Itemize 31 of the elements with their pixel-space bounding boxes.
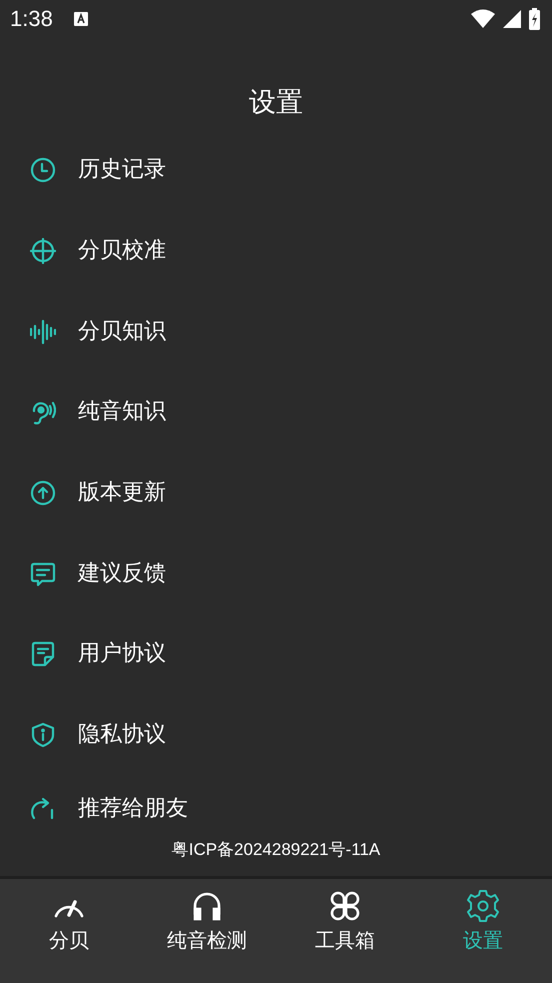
ear-icon — [30, 399, 56, 426]
target-icon — [30, 238, 56, 264]
shield-icon — [30, 722, 56, 748]
menu-item[interactable]: 建议反馈 — [0, 533, 552, 614]
nav-tab[interactable]: 工具箱 — [276, 879, 414, 983]
clock-icon — [30, 157, 56, 184]
nav-tab[interactable]: 设置 — [414, 879, 552, 983]
menu-item[interactable]: 隐私协议 — [0, 694, 552, 776]
page-title: 设置 — [249, 86, 303, 120]
wave-icon — [30, 318, 56, 345]
share-icon — [30, 796, 56, 822]
upload-icon — [30, 480, 56, 506]
four-petal-icon — [328, 889, 362, 923]
menu-item[interactable]: 分贝知识 — [0, 291, 552, 372]
nav-tab[interactable]: 纯音检测 — [138, 879, 276, 983]
menu-item[interactable]: 版本更新 — [0, 452, 552, 534]
keyboard-notification-icon — [72, 11, 89, 27]
icp-license-text: 粤ICP备2024289221号-11A — [172, 838, 380, 860]
wifi-icon — [471, 9, 495, 29]
chat-icon — [30, 560, 56, 587]
menu-item[interactable]: 历史记录 — [0, 130, 552, 211]
settings-icon — [466, 889, 500, 923]
status-time: 1:38 — [10, 6, 53, 32]
menu-item[interactable]: 推荐给朋友 — [0, 776, 552, 822]
menu-item[interactable]: 用户协议 — [0, 614, 552, 695]
menu-item[interactable]: 纯音知识 — [0, 372, 552, 453]
signal-icon — [503, 10, 521, 28]
battery-icon — [529, 8, 540, 30]
doc-icon — [30, 641, 56, 668]
nav-tab[interactable]: 分贝 — [0, 879, 138, 983]
menu-item[interactable]: 分贝校准 — [0, 210, 552, 292]
